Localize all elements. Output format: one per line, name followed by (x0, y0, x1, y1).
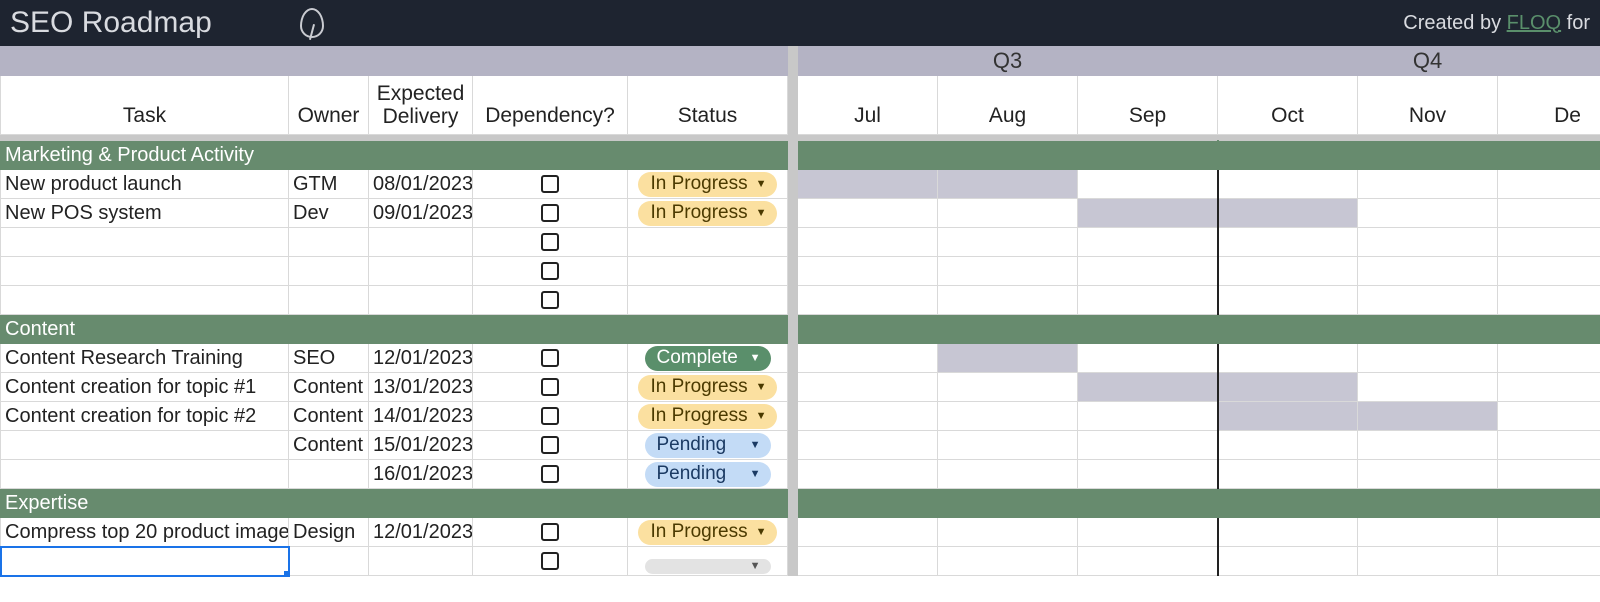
table-row[interactable] (1, 286, 1600, 315)
status-pill[interactable]: ▼ (645, 559, 771, 574)
table-row[interactable]: 16/01/2023 Pending▼ (1, 460, 1600, 489)
status-pill[interactable]: Pending▼ (645, 462, 771, 487)
status-pill[interactable]: In Progress▼ (638, 520, 776, 545)
table-row[interactable] (1, 257, 1600, 286)
checkbox[interactable] (541, 523, 559, 541)
checkbox[interactable] (541, 175, 559, 193)
table-row[interactable]: Compress top 20 product images Design 12… (1, 518, 1600, 547)
section-content: Content (1, 315, 1600, 344)
col-sep: Sep (1078, 76, 1218, 135)
chevron-down-icon: ▼ (750, 560, 761, 572)
table-row[interactable]: Content creation for topic #1 Content 13… (1, 373, 1600, 402)
status-pill[interactable]: Complete▼ (645, 346, 771, 371)
table-row[interactable]: ▼ (1, 547, 1600, 576)
section-expertise: Expertise (1, 489, 1600, 518)
table-row[interactable]: Content Research Training SEO 12/01/2023… (1, 344, 1600, 373)
checkbox[interactable] (541, 436, 559, 454)
status-pill[interactable]: Pending▼ (645, 433, 771, 458)
chevron-down-icon: ▼ (756, 526, 767, 538)
quarter-row: Q3 Q4 (1, 47, 1600, 76)
roadmap-table[interactable]: Q3 Q4 Task Owner Expected Delivery Depen… (0, 46, 1600, 576)
chevron-down-icon: ▼ (756, 207, 767, 219)
chevron-down-icon: ▼ (756, 178, 767, 190)
col-jul: Jul (798, 76, 938, 135)
col-dep: Dependency? (473, 76, 628, 135)
checkbox[interactable] (541, 204, 559, 222)
app-header: SEO Roadmap Created by FLOQ for (0, 0, 1600, 46)
logo-icon (300, 8, 324, 38)
checkbox[interactable] (541, 233, 559, 251)
table-row[interactable]: Content 15/01/2023 Pending▼ (1, 431, 1600, 460)
checkbox[interactable] (541, 552, 559, 570)
page-title: SEO Roadmap (10, 6, 300, 40)
table-row[interactable]: New product launch GTM 08/01/2023 In Pro… (1, 170, 1600, 199)
checkbox[interactable] (541, 465, 559, 483)
table-row[interactable]: New POS system Dev 09/01/2023 In Progres… (1, 199, 1600, 228)
checkbox[interactable] (541, 291, 559, 309)
credit-link[interactable]: FLOQ (1507, 12, 1561, 34)
table-row[interactable]: Content creation for topic #2 Content 14… (1, 402, 1600, 431)
section-marketing: Marketing & Product Activity (1, 141, 1600, 170)
chevron-down-icon: ▼ (756, 410, 767, 422)
col-owner: Owner (289, 76, 369, 135)
col-task: Task (1, 76, 289, 135)
selected-cell[interactable] (1, 547, 289, 576)
status-pill[interactable]: In Progress▼ (638, 404, 776, 429)
chevron-down-icon: ▼ (750, 352, 761, 364)
status-pill[interactable]: In Progress▼ (638, 201, 776, 226)
column-headers: Task Owner Expected Delivery Dependency?… (1, 76, 1600, 135)
quarter-q3: Q3 (798, 47, 1218, 76)
col-oct: Oct (1218, 76, 1358, 135)
status-pill[interactable]: In Progress▼ (638, 375, 776, 400)
chevron-down-icon: ▼ (750, 439, 761, 451)
col-aug: Aug (938, 76, 1078, 135)
status-pill[interactable]: In Progress▼ (638, 172, 776, 197)
checkbox[interactable] (541, 349, 559, 367)
checkbox[interactable] (541, 262, 559, 280)
credit-text: Created by FLOQ for (1403, 12, 1590, 35)
col-nov: Nov (1358, 76, 1498, 135)
col-exp: Expected Delivery (369, 76, 473, 135)
table-row[interactable] (1, 228, 1600, 257)
col-status: Status (628, 76, 788, 135)
col-dec: De (1498, 76, 1600, 135)
quarter-q4: Q4 (1218, 47, 1600, 76)
chevron-down-icon: ▼ (756, 381, 767, 393)
chevron-down-icon: ▼ (750, 468, 761, 480)
checkbox[interactable] (541, 407, 559, 425)
checkbox[interactable] (541, 378, 559, 396)
